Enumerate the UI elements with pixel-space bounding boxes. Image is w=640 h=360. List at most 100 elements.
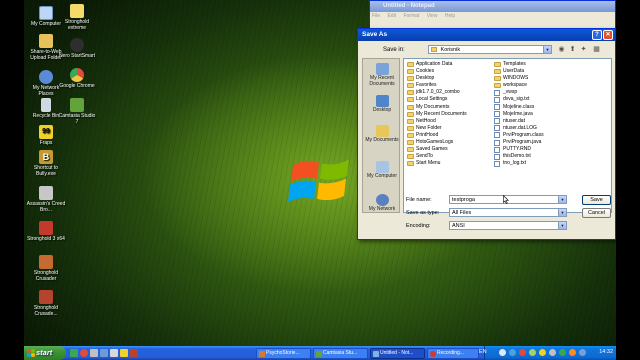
folder-item[interactable]: My Recent Documents bbox=[407, 111, 495, 118]
folder-item[interactable]: Favorites bbox=[407, 82, 495, 89]
encoding-dropdown[interactable]: ANSI ▼ bbox=[449, 221, 567, 230]
folder-item[interactable]: Application Data bbox=[407, 61, 495, 68]
folder-item[interactable]: Templates bbox=[494, 61, 582, 68]
folder-item[interactable]: Saved Games bbox=[407, 146, 495, 153]
quicklaunch-app-icon[interactable] bbox=[110, 349, 118, 357]
file-item[interactable]: Mojeline.class bbox=[494, 104, 582, 111]
folder-item[interactable]: My Documents bbox=[407, 104, 495, 111]
save-type-dropdown[interactable]: All Files ▼ bbox=[449, 208, 567, 217]
quicklaunch-explorer-icon[interactable] bbox=[100, 349, 108, 357]
dialog-title-bar[interactable]: Save As ? ✕ bbox=[358, 29, 615, 41]
place-my-documents[interactable]: My Documents bbox=[363, 125, 401, 144]
desktop-icon-fraps[interactable]: 99 Fraps bbox=[26, 125, 66, 146]
back-icon[interactable]: ◉ bbox=[557, 45, 566, 54]
desktop-icon-stronghold-crusader[interactable]: Stronghold Crusader bbox=[26, 255, 66, 282]
start-button[interactable]: start bbox=[24, 346, 66, 360]
file-item[interactable]: MojeIme.java bbox=[494, 111, 582, 118]
task-psychostories[interactable]: PsychoStorie... bbox=[256, 348, 311, 359]
desktop-icon-label: Stronghold extreme bbox=[64, 19, 90, 31]
chevron-down-icon[interactable]: ▼ bbox=[558, 209, 566, 216]
desktop-icon-stronghold-extreme[interactable]: Stronghold extreme bbox=[57, 4, 97, 31]
tray-update-icon[interactable] bbox=[559, 349, 566, 356]
notepad-window[interactable]: Untitled - Notepad File Edit Format View… bbox=[369, 0, 616, 30]
save-as-dialog[interactable]: Save As ? ✕ Save in: Korisnik ▼ ◉ ⬆ ✦ ▦ … bbox=[357, 28, 616, 240]
folder-item[interactable]: workspace bbox=[494, 82, 582, 89]
tray-alert-icon[interactable] bbox=[569, 349, 576, 356]
tray-app-icon[interactable] bbox=[529, 349, 536, 356]
desktop-icon-chrome[interactable]: Google Chrome bbox=[57, 68, 97, 89]
folder-item[interactable]: Cookies bbox=[407, 68, 495, 75]
file-item[interactable]: _vwsp bbox=[494, 89, 582, 96]
file-list[interactable]: Application Data Cookies Desktop Favorites j… bbox=[403, 58, 612, 213]
quicklaunch-game-icon[interactable] bbox=[130, 349, 138, 357]
folder-item[interactable]: jdk1.7.0_02_combo bbox=[407, 89, 495, 96]
chevron-down-icon[interactable]: ▼ bbox=[558, 222, 566, 229]
cancel-button[interactable]: Cancel bbox=[582, 208, 611, 218]
place-recent-documents[interactable]: My Recent Documents bbox=[363, 63, 401, 87]
folder-item[interactable]: UserData bbox=[494, 68, 582, 75]
notepad-title-bar[interactable]: Untitled - Notepad bbox=[370, 1, 615, 12]
task-notepad[interactable]: Untitled - Not... bbox=[370, 348, 425, 359]
views-menu-icon[interactable]: ▦ bbox=[592, 45, 601, 54]
menu-format[interactable]: Format bbox=[403, 13, 419, 19]
folder-item[interactable]: Local Settings bbox=[407, 96, 495, 103]
item-name: Start Menu bbox=[416, 160, 441, 167]
tray-network-icon[interactable] bbox=[499, 349, 506, 356]
folder-item[interactable]: PrintHood bbox=[407, 132, 495, 139]
file-item[interactable]: ntuser.dat bbox=[494, 118, 582, 125]
place-label: My Computer bbox=[366, 173, 397, 179]
folder-item[interactable]: Desktop bbox=[407, 75, 495, 82]
desktop-icon-bully[interactable]: B Shortcut to Bully.exe bbox=[26, 150, 66, 177]
folder-item[interactable]: WINDOWS bbox=[494, 75, 582, 82]
file-item[interactable]: PUTTY.RND bbox=[494, 146, 582, 153]
file-item[interactable]: dvva_sig.txt bbox=[494, 96, 582, 103]
chevron-down-icon[interactable]: ▼ bbox=[558, 196, 566, 203]
place-desktop[interactable]: Desktop bbox=[363, 95, 401, 114]
close-button[interactable]: ✕ bbox=[603, 30, 613, 40]
menu-file[interactable]: File bbox=[372, 13, 380, 19]
save-in-dropdown[interactable]: Korisnik ▼ bbox=[428, 45, 552, 54]
file-item[interactable]: ntuser.dat.LOG bbox=[494, 125, 582, 132]
up-folder-icon[interactable]: ⬆ bbox=[568, 45, 577, 54]
file-item[interactable]: tno_log.txt bbox=[494, 160, 582, 167]
language-indicator[interactable]: EN bbox=[479, 349, 487, 355]
menu-edit[interactable]: Edit bbox=[387, 13, 396, 19]
stronghold-3-icon bbox=[39, 221, 53, 235]
quicklaunch-chrome-icon[interactable] bbox=[80, 349, 88, 357]
save-type-value: All Files bbox=[452, 210, 472, 216]
folder-item[interactable]: New Folder bbox=[407, 125, 495, 132]
chevron-down-icon[interactable]: ▼ bbox=[543, 46, 551, 53]
desktop-icon-assassins-creed[interactable]: Assassin's Creed Bro... bbox=[26, 186, 66, 213]
file-item[interactable]: PrviProgram.class bbox=[494, 132, 582, 139]
folder-item[interactable]: HotsGamesLogs bbox=[407, 139, 495, 146]
clock[interactable]: 14:32 bbox=[599, 349, 613, 355]
desktop-icon-label: Stronghold Crusade... bbox=[33, 305, 59, 317]
folder-item[interactable]: Start Menu bbox=[407, 160, 495, 167]
tray-volume-icon[interactable] bbox=[549, 349, 556, 356]
quicklaunch-media-icon[interactable] bbox=[90, 349, 98, 357]
folder-icon bbox=[39, 34, 53, 48]
task-camtasia[interactable]: Camtasia Stu... bbox=[313, 348, 368, 359]
tray-display-icon[interactable] bbox=[579, 349, 586, 356]
help-button[interactable]: ? bbox=[592, 30, 602, 40]
quicklaunch-show-desktop-icon[interactable] bbox=[70, 349, 78, 357]
quicklaunch-fraps-icon[interactable] bbox=[120, 349, 128, 357]
save-button[interactable]: Save bbox=[582, 195, 611, 205]
place-my-computer[interactable]: My Computer bbox=[363, 161, 401, 180]
folder-item[interactable]: NetHood bbox=[407, 118, 495, 125]
desktop-icon-camtasia[interactable]: Camtasia Studio 7 bbox=[57, 98, 97, 125]
tray-bluetooth-icon[interactable] bbox=[509, 349, 516, 356]
file-item[interactable]: thisDemo.txt bbox=[494, 153, 582, 160]
desktop-icon-stronghold-crusade2[interactable]: Stronghold Crusade... bbox=[26, 290, 66, 317]
desktop-icon-stronghold-3[interactable]: Stronghold 3 x64 bbox=[26, 221, 66, 242]
file-item[interactable]: PrviProgram.java bbox=[494, 139, 582, 146]
file-icon bbox=[494, 96, 500, 103]
desktop-icon-nero[interactable]: Nero StartSmart bbox=[57, 38, 97, 59]
folder-item[interactable]: SendTo bbox=[407, 153, 495, 160]
menu-help[interactable]: Help bbox=[445, 13, 455, 19]
tray-fraps-icon[interactable] bbox=[539, 349, 546, 356]
tray-antivirus-icon[interactable] bbox=[519, 349, 526, 356]
new-folder-icon[interactable]: ✦ bbox=[579, 45, 588, 54]
task-recording[interactable]: Recording... bbox=[427, 348, 479, 359]
menu-view[interactable]: View bbox=[427, 13, 438, 19]
